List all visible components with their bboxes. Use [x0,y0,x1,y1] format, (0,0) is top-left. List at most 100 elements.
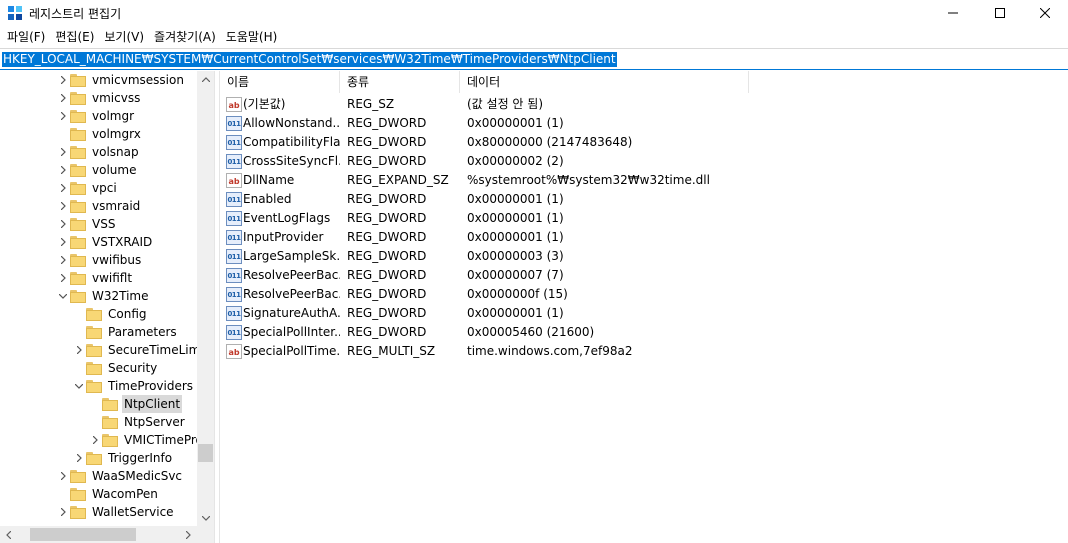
tree-item[interactable]: Parameters [72,323,179,341]
expand-chevron-icon[interactable] [56,251,70,269]
tree-item[interactable]: vsmraid [56,197,142,215]
expand-chevron-icon[interactable] [56,71,70,89]
expand-chevron-icon[interactable] [56,89,70,107]
value-row[interactable]: 011 SpecialPollInter... REG_DWORD 0x0000546… [220,323,1068,342]
tree-item[interactable]: VSS [56,215,117,233]
collapse-chevron-icon[interactable] [56,287,70,305]
tree-item-label: TimeProviders [108,379,194,393]
scroll-down-button[interactable] [197,510,214,527]
column-header-data[interactable]: 데이터 [460,71,749,93]
value-type: REG_MULTI_SZ [347,344,436,358]
value-row[interactable]: 011CompatibilityFla... REG_DWORD 0x8000000… [220,133,1068,152]
expand-chevron-icon[interactable] [56,143,70,161]
values-list[interactable]: 이름 종류 데이터 ab (기본값) REG_SZ (값 설정 안 됨) 011 Allo… [220,71,1068,543]
expand-chevron-icon[interactable] [56,179,70,197]
tree-item[interactable]: TriggerInfo [72,449,174,467]
value-row[interactable]: ab (기본값) REG_SZ (값 설정 안 됨) [220,95,1068,114]
value-row[interactable]: 011 LargeSampleSk... REG_DWORD 0x00000003 (… [220,247,1068,266]
expand-chevron-icon[interactable] [56,107,70,125]
value-row[interactable]: 011 CrossSiteSyncFl... REG_DWORD 0x00000002… [220,152,1068,171]
tree-item-label: VMICTimePro [124,433,203,447]
value-row[interactable]: 011 ResolvePeerBac... REG_DWORD 0x0000000f … [220,285,1068,304]
scroll-up-button[interactable] [197,71,214,88]
address-bar[interactable]: HKEY_LOCAL_MACHINE₩SYSTEM₩CurrentControl… [0,48,1068,70]
address-path[interactable]: HKEY_LOCAL_MACHINE₩SYSTEM₩CurrentControl… [2,52,617,67]
column-header-name[interactable]: 이름 [220,71,340,93]
tree-item[interactable]: NtpServer [88,413,187,431]
value-data: 0x00000001 (1) [467,306,564,320]
menu-edit[interactable]: 편집(E) [50,27,99,47]
tree-item[interactable]: VSTXRAID [56,233,154,251]
tree-vertical-scrollbar[interactable] [197,71,214,527]
menu-file[interactable]: 파일(F) [2,27,50,47]
expand-chevron-icon[interactable] [56,161,70,179]
column-header-type[interactable]: 종류 [340,71,460,93]
expand-chevron-icon[interactable] [56,503,70,521]
menu-view[interactable]: 보기(V) [99,27,149,47]
menu-help[interactable]: 도움말(H) [221,27,283,47]
tree-item[interactable]: vmicvmsession [56,71,186,89]
tree-item[interactable]: TimeProviders [72,377,195,395]
tree-item[interactable]: WacomPen [56,485,160,503]
value-row[interactable]: 011 EventLogFlags REG_DWORD 0x00000001 (1) [220,209,1068,228]
folder-icon [70,487,86,501]
binary-value-icon: 011 [226,249,242,264]
expand-chevron-icon[interactable] [72,341,86,359]
tree-item[interactable]: Security [72,359,159,377]
expand-chevron-icon[interactable] [56,269,70,287]
scroll-right-button[interactable] [180,526,197,543]
value-row[interactable]: 011 InputProvider REG_DWORD 0x00000001 (1) [220,228,1068,247]
tree-item-label: NtpClient [122,395,183,413]
tree-item[interactable]: vpci [56,179,119,197]
folder-icon [70,505,86,519]
minimize-button[interactable] [930,0,976,26]
value-row[interactable]: 011 AllowNonstand... REG_DWORD 0x00000001 (… [220,114,1068,133]
tree-item[interactable]: vwifibus [56,251,143,269]
expand-chevron-icon[interactable] [56,467,70,485]
expand-chevron-icon[interactable] [56,233,70,251]
value-row[interactable]: 011 ResolvePeerBac... REG_DWORD 0x00000007 … [220,266,1068,285]
collapse-chevron-icon[interactable] [72,377,86,395]
tree-item[interactable]: WaaSMedicSvc [56,467,184,485]
hscroll-thumb[interactable] [30,528,136,541]
folder-icon [70,145,86,159]
close-button[interactable] [1022,0,1068,26]
tree-item[interactable]: Config [72,305,149,323]
binary-value-icon: 011 [226,325,242,340]
binary-value-icon: 011 [226,192,242,207]
folder-icon [70,181,86,195]
tree-item[interactable]: VMICTimePro [88,431,205,449]
tree-item[interactable]: NtpClient [88,395,183,413]
scroll-thumb[interactable] [198,444,213,462]
maximize-button[interactable] [977,0,1023,26]
expand-chevron-icon[interactable] [72,449,86,467]
value-row[interactable]: ab SpecialPollTime... REG_MULTI_SZ time.win… [220,342,1068,361]
binary-value-icon: 011 [226,230,242,245]
value-name: SpecialPollTime... [243,344,340,358]
tree-item[interactable]: volsnap [56,143,141,161]
value-row[interactable]: 011 SignatureAuthA... REG_DWORD 0x00000001 … [220,304,1068,323]
value-name: CrossSiteSyncFl... [243,154,340,168]
expand-chevron-icon[interactable] [56,197,70,215]
value-row[interactable]: ab DllName REG_EXPAND_SZ %systemroot%₩syste… [220,171,1068,190]
scroll-left-button[interactable] [0,526,17,543]
expand-chevron-icon[interactable] [88,431,102,449]
tree-item[interactable]: vwififlt [56,269,134,287]
tree-item[interactable]: volume [56,161,138,179]
value-data: 0x00000001 (1) [467,192,564,206]
tree-item[interactable]: vmicvss [56,89,142,107]
title-bar: 레지스트리 편집기 [0,0,1068,26]
tree-item[interactable]: W32Time [56,287,151,305]
menu-favorites[interactable]: 즐겨찾기(A) [149,27,221,47]
menu-bar: 파일(F) 편집(E) 보기(V) 즐겨찾기(A) 도움말(H) [0,26,1068,48]
tree-item-label: VSS [92,217,116,231]
tree-item[interactable]: volmgr [56,107,136,125]
tree-horizontal-scrollbar[interactable] [0,526,197,543]
tree-item[interactable]: WalletService [56,503,176,521]
tree-item[interactable]: SecureTimeLimit [72,341,210,359]
tree-item[interactable]: volmgrx [56,125,143,143]
binary-value-icon: 011 [226,135,242,150]
expand-chevron-icon[interactable] [56,215,70,233]
key-tree[interactable]: vmicvmsession vmicvss volmgr volmgrx volsnap… [0,71,214,543]
value-row[interactable]: 011 Enabled REG_DWORD 0x00000001 (1) [220,190,1068,209]
